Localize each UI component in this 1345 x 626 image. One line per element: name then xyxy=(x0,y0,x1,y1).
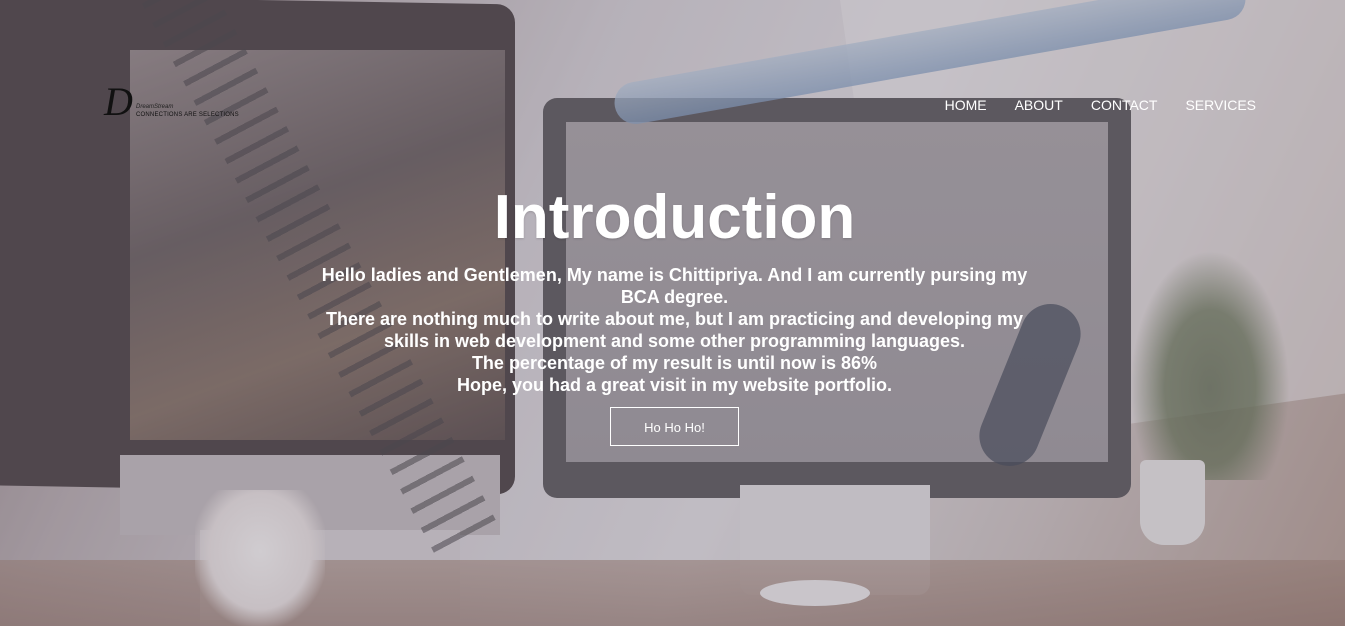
nav-item-about[interactable]: ABOUT xyxy=(1015,97,1063,113)
nav-item-home[interactable]: HOME xyxy=(945,97,987,113)
site-logo[interactable]: D DreamStream CONNECTIONS ARE SELECTIONS xyxy=(104,79,239,124)
nav-item-services[interactable]: SERVICES xyxy=(1185,97,1256,113)
logo-tagline: CONNECTIONS ARE SELECTIONS xyxy=(136,112,239,118)
intro-paragraph: Hope, you had a great visit in my websit… xyxy=(456,375,893,395)
main-navigation: HOME ABOUT CONTACT SERVICES xyxy=(945,97,1256,113)
logo-name: DreamStream xyxy=(136,104,174,110)
intro-paragraph: There are nothing much to write about me… xyxy=(325,309,1024,351)
hero-section: Introduction Hello ladies and Gentlemen,… xyxy=(0,182,1345,446)
hero-intro-text: Hello ladies and Gentlemen, My name is C… xyxy=(315,264,1035,396)
nav-item-contact[interactable]: CONTACT xyxy=(1091,97,1158,113)
intro-paragraph: The percentage of my result is until now… xyxy=(471,353,878,373)
hero-title: Introduction xyxy=(493,183,856,252)
ho-ho-ho-button[interactable]: Ho Ho Ho! xyxy=(610,407,739,446)
intro-paragraph: Hello ladies and Gentlemen, My name is C… xyxy=(321,265,1028,307)
logo-d-icon: D xyxy=(104,79,133,124)
